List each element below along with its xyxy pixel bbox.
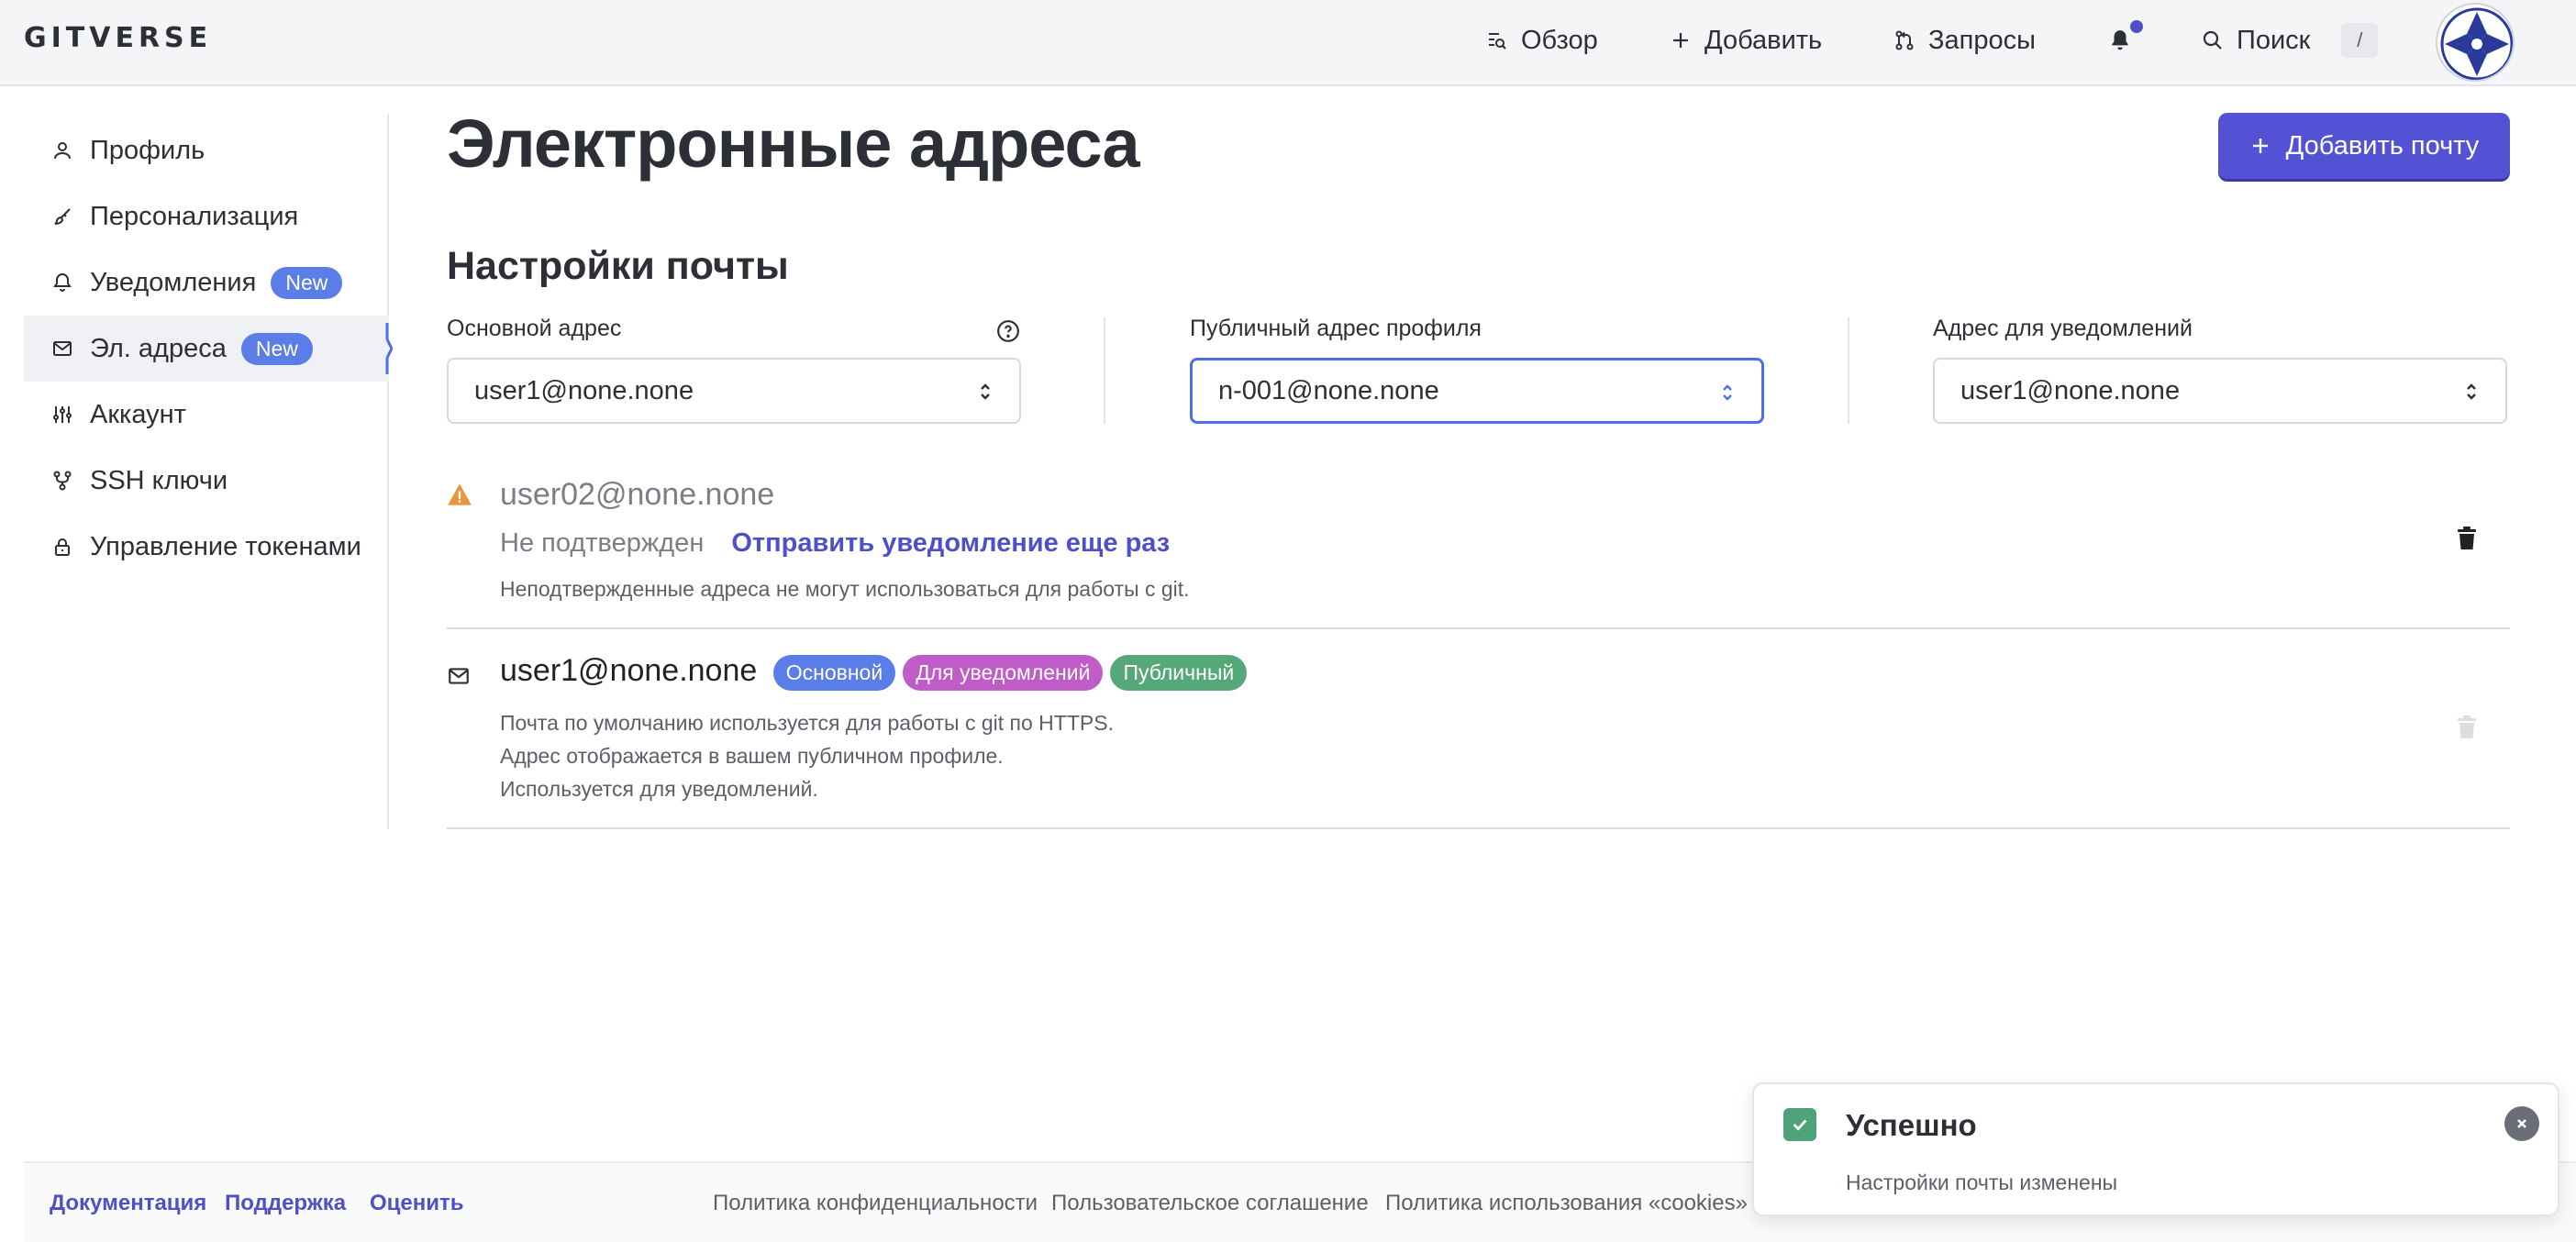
public-address-select[interactable]: n-001@none.none — [1190, 358, 1764, 424]
primary-address-label: Основной адрес — [447, 316, 622, 341]
nav-add-label: Добавить — [1704, 25, 1823, 55]
select-caret-icon — [2467, 383, 2476, 400]
toast-title: Успешно — [1846, 1108, 1977, 1142]
search-icon — [2203, 30, 2222, 50]
notifications-button[interactable] — [2108, 20, 2132, 61]
sidebar-item-label: Аккаунт — [90, 399, 186, 429]
primary-address-select[interactable]: user1@none.none — [447, 358, 1021, 424]
unverified-status: Не подтвержден — [500, 528, 705, 558]
notify-address-value: user1@none.none — [1960, 375, 2181, 405]
footer-link-rate[interactable]: Оценить — [370, 1191, 464, 1216]
key-branch-icon — [53, 471, 72, 491]
select-caret-icon — [981, 383, 990, 400]
resend-verification-link[interactable]: Отправить уведомление еще раз — [731, 528, 1170, 559]
email-status: Не подтвержден Отправить уведомление еще… — [500, 528, 1170, 559]
nav-requests[interactable]: Запросы — [1893, 20, 2036, 61]
email-row-unverified: user02@none.none Не подтвержден Отправит… — [447, 471, 2510, 627]
top-navbar: GITVERSE Обзор Добавить Запросы Поиск / — [0, 0, 2576, 86]
help-icon[interactable] — [996, 319, 1020, 343]
sidebar-item-ssh-keys[interactable]: SSH ключи — [24, 448, 389, 514]
notify-address-label: Адрес для уведомлений — [1933, 316, 2193, 341]
field-divider — [1848, 317, 1849, 424]
plus-icon — [1673, 33, 1688, 48]
nav-requests-label: Запросы — [1928, 25, 2036, 55]
email-note: Адрес отображается в вашем публичном про… — [500, 744, 1004, 768]
page-title: Электронные адреса — [447, 105, 1140, 182]
sidebar-item-personalization[interactable]: Персонализация — [24, 183, 389, 250]
notification-dot — [2130, 20, 2143, 33]
email-row-primary: user1@none.none Основной Для уведомлений П… — [447, 648, 2510, 822]
sidebar-item-emails[interactable]: Эл. адреса New — [24, 316, 393, 382]
badge-notifications: Для уведомлений — [903, 654, 1104, 691]
bell-icon — [2112, 30, 2128, 50]
sidebar-item-profile[interactable]: Профиль — [24, 117, 389, 183]
footer-privacy-link[interactable]: Политика конфиденциальности — [713, 1191, 1038, 1216]
pull-request-icon — [1895, 30, 1914, 50]
email-note: Почта по умолчанию используется для рабо… — [500, 711, 1114, 735]
badge-primary: Основной — [772, 654, 896, 691]
notify-address-select[interactable]: user1@none.none — [1933, 358, 2507, 424]
public-address-value: n-001@none.none — [1218, 375, 1439, 405]
mail-icon — [449, 668, 469, 684]
sidebar-item-label: Управление токенами — [90, 531, 361, 561]
plus-icon — [2252, 139, 2268, 153]
sidebar-item-label: Уведомления — [90, 267, 257, 297]
check-icon — [1783, 1108, 1816, 1141]
new-badge: New — [240, 332, 313, 365]
settings-sidebar: Профиль Персонализация Уведомления New Э… — [24, 114, 393, 829]
email-note: Неподтвержденные адреса не могут использ… — [500, 577, 1190, 601]
badge-public: Публичный — [1110, 654, 1248, 691]
row-divider — [447, 827, 2510, 829]
user-icon — [54, 142, 71, 160]
nav-add[interactable]: Добавить — [1670, 20, 1822, 61]
search-label: Поиск — [2237, 25, 2311, 55]
avatar[interactable] — [2436, 3, 2515, 82]
sidebar-item-label: SSH ключи — [90, 465, 228, 495]
sidebar-item-account[interactable]: Аккаунт — [24, 382, 389, 448]
email-notes: Почта по умолчанию используется для рабо… — [500, 706, 1114, 805]
lock-icon — [55, 538, 70, 556]
sidebar-item-tokens[interactable]: Управление токенами — [24, 514, 389, 580]
active-marker — [385, 323, 393, 374]
success-toast: Успешно Настройки почты изменены — [1752, 1082, 2559, 1216]
sidebar-item-label: Профиль — [90, 135, 205, 165]
close-icon[interactable] — [2504, 1106, 2539, 1141]
footer-link-docs[interactable]: Документация — [50, 1191, 206, 1216]
add-email-label: Добавить почту — [2285, 130, 2480, 161]
email-note: Используется для уведомлений. — [500, 777, 818, 801]
search-button[interactable]: Поиск / — [2202, 20, 2379, 61]
sidebar-item-label: Эл. адреса — [90, 333, 227, 363]
nav-overview-label: Обзор — [1521, 25, 1598, 55]
new-badge: New — [271, 266, 343, 299]
footer-link-support[interactable]: Поддержка — [225, 1191, 346, 1216]
primary-address-value: user1@none.none — [474, 375, 694, 405]
bell-icon — [53, 272, 72, 292]
sidebar-item-label: Персонализация — [90, 201, 299, 231]
footer-cookies-link[interactable]: Политика использования «cookies» — [1385, 1191, 1748, 1216]
footer-agreement-link[interactable]: Пользовательское соглашение — [1051, 1191, 1369, 1216]
add-email-button[interactable]: Добавить почту — [2218, 113, 2510, 179]
gitverse-logo[interactable]: GITVERSE — [24, 22, 212, 54]
section-title: Настройки почты — [447, 244, 789, 288]
sidebar-item-notifications[interactable]: Уведомления New — [24, 250, 389, 316]
email-address: user1@none.none — [500, 653, 758, 688]
email-address-line: user1@none.none Основной Для уведомлений П… — [500, 653, 1248, 691]
trash-icon[interactable] — [2456, 527, 2478, 550]
search-shortcut: / — [2341, 23, 2379, 58]
field-divider — [1104, 317, 1105, 424]
trash-icon-disabled — [2458, 715, 2476, 738]
overview-icon — [1489, 33, 1506, 50]
toast-message: Настройки почты изменены — [1846, 1170, 2118, 1194]
select-caret-icon — [1723, 384, 1732, 401]
brush-icon — [54, 208, 71, 225]
sliders-icon — [53, 406, 72, 423]
nav-overview[interactable]: Обзор — [1486, 20, 1598, 61]
public-address-label: Публичный адрес профиля — [1190, 316, 1482, 341]
mail-icon — [53, 341, 72, 356]
email-address: user02@none.none — [500, 477, 775, 512]
row-divider — [447, 627, 2510, 629]
warning-icon — [448, 483, 472, 505]
